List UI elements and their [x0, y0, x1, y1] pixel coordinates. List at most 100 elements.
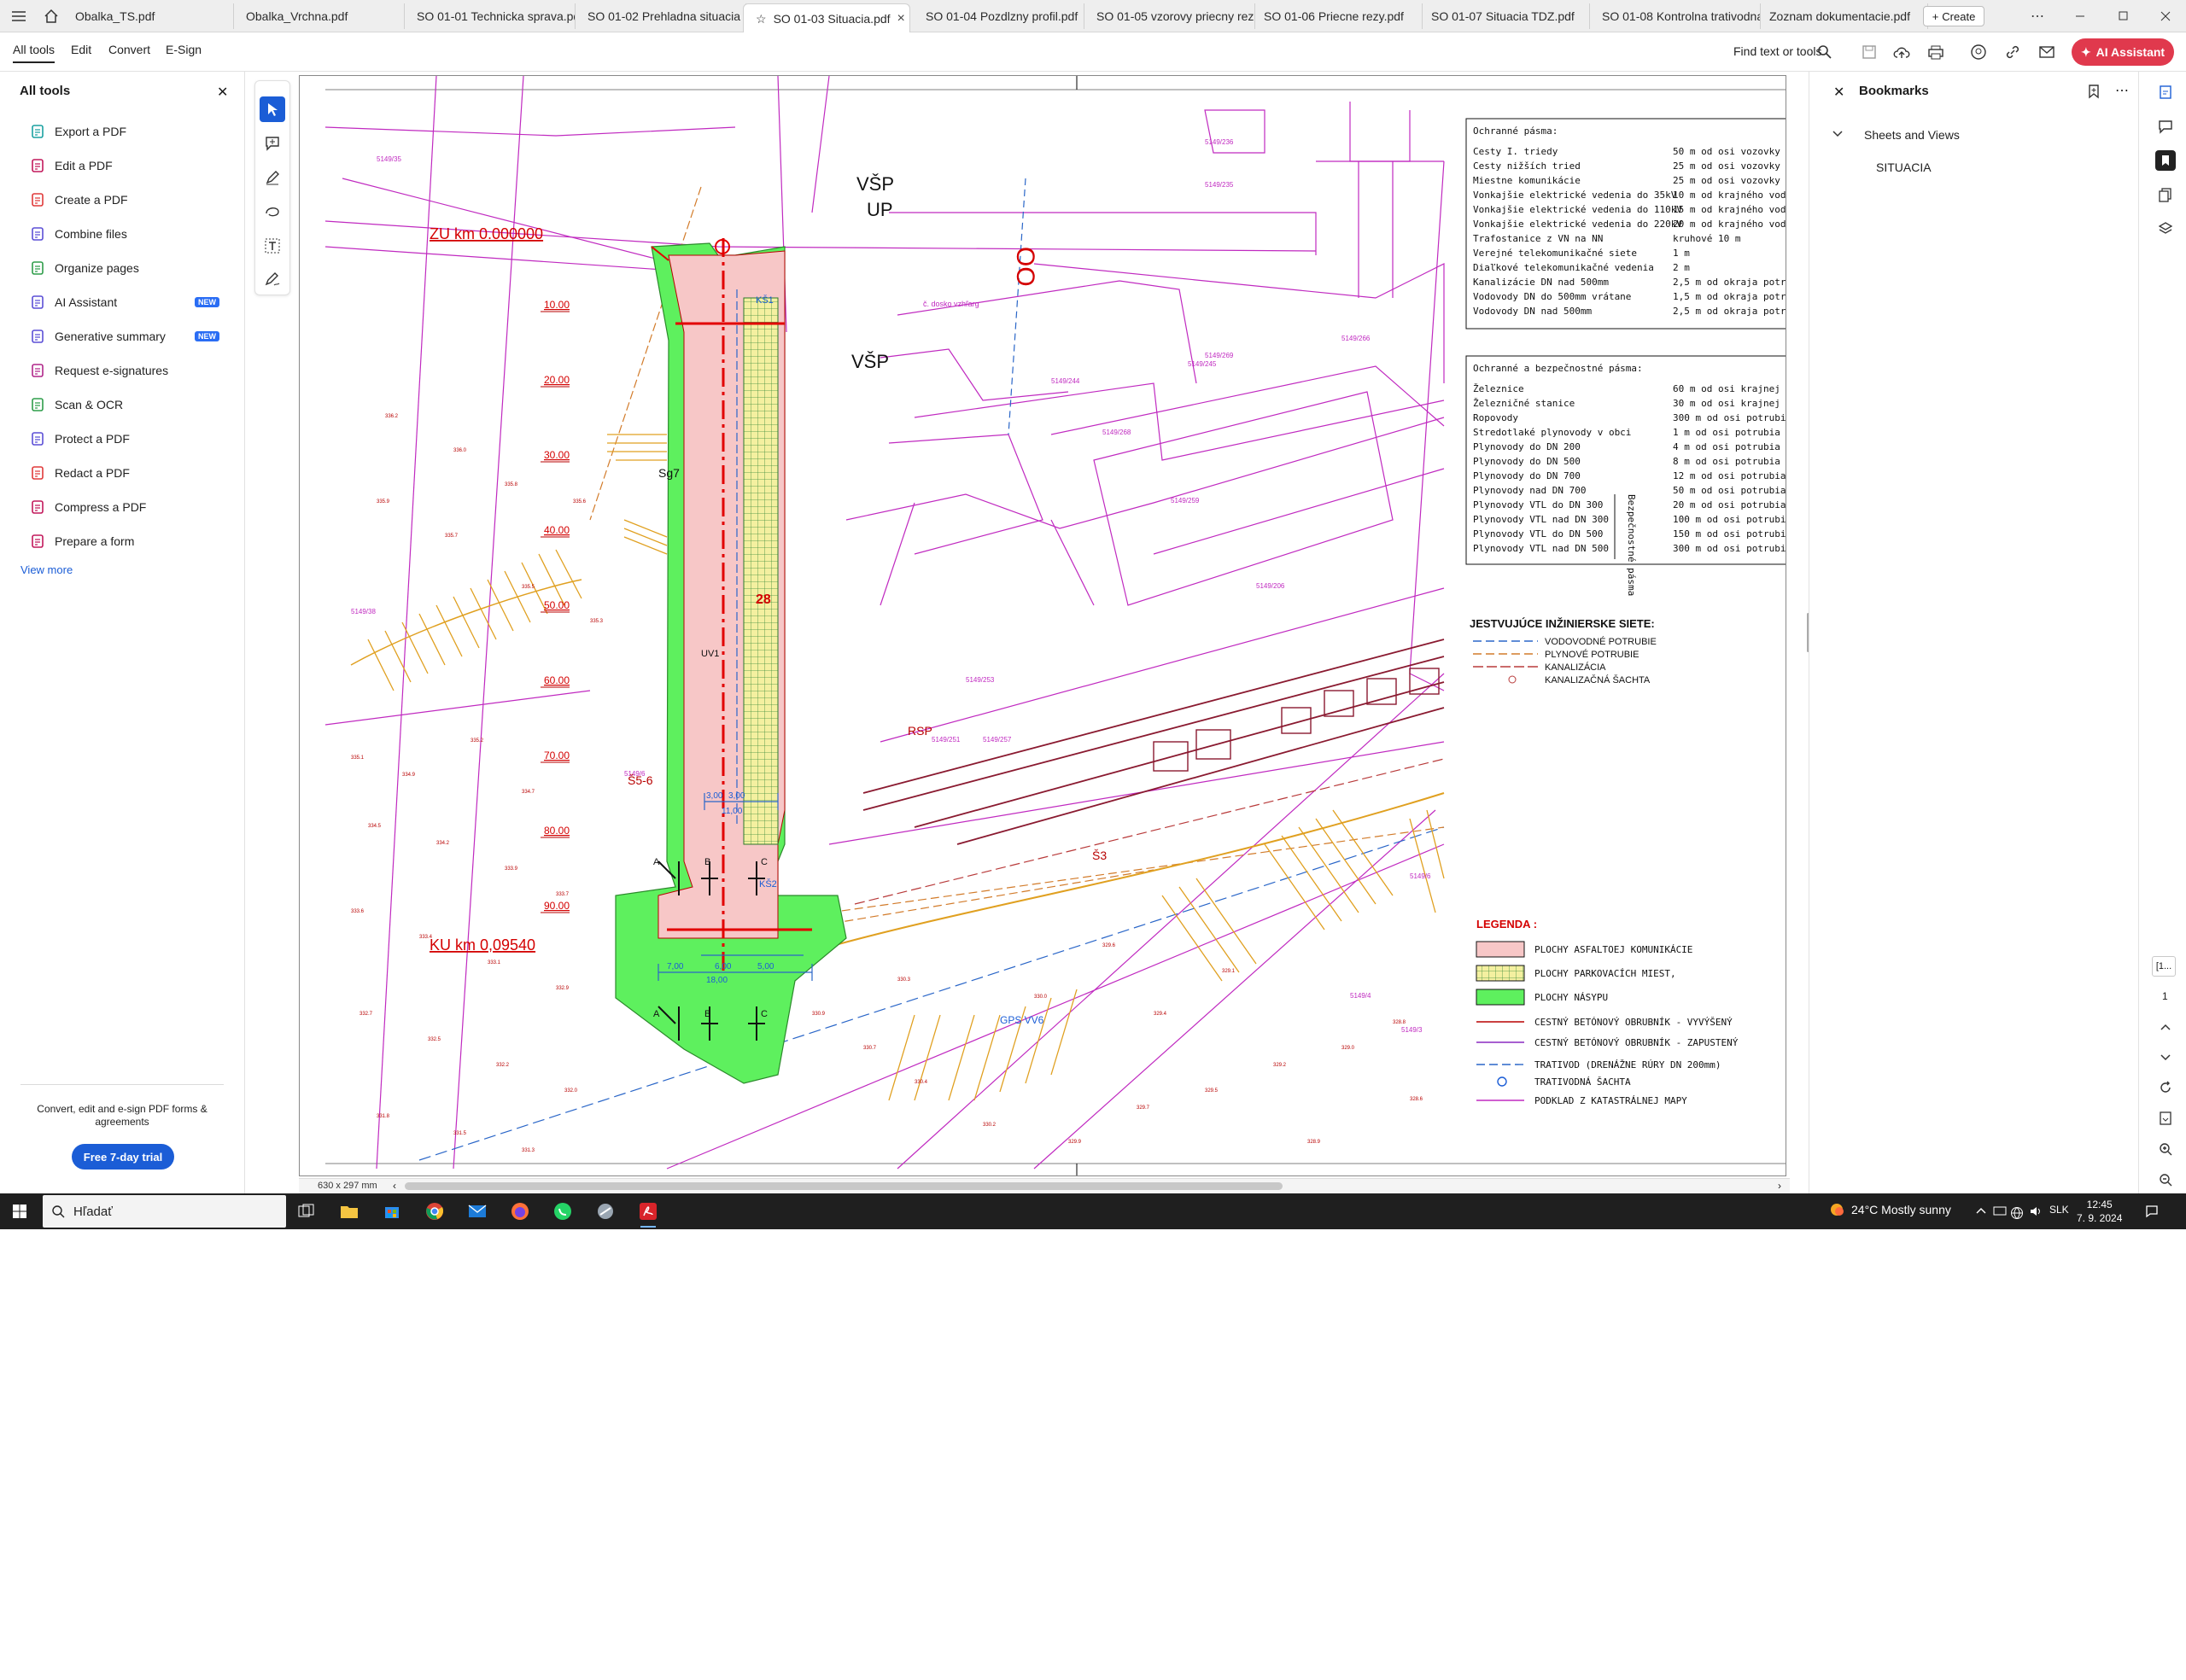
page-down-icon[interactable]	[2155, 1047, 2176, 1067]
tool-item-generative-summary[interactable]: Generative summary	[29, 324, 166, 349]
add-bookmark-icon[interactable]	[2086, 84, 2101, 99]
tab-3[interactable]: SO 01-01 Technicka sprava.pdf	[405, 3, 576, 29]
close-bookmarks-icon[interactable]: ✕	[1833, 84, 1844, 101]
close-window-icon[interactable]	[2155, 0, 2176, 32]
tab-11[interactable]: Zoznam dokumentacie.pdf	[1757, 3, 1928, 29]
tab-10[interactable]: SO 01-08 Kontrolna trativodna...	[1590, 3, 1761, 29]
scroll-left-icon[interactable]: ‹	[393, 1180, 396, 1192]
freehand-draw-icon[interactable]	[260, 199, 285, 225]
tool-item-edit-a-pdf[interactable]: Edit a PDF	[29, 153, 113, 178]
save-icon[interactable]	[1858, 41, 1880, 63]
view-more-link[interactable]: View more	[20, 563, 73, 576]
tab-6[interactable]: SO 01-04 Pozdlzny profil.pdf	[914, 3, 1084, 29]
upload-cloud-icon[interactable]	[1891, 41, 1913, 63]
minimize-icon[interactable]	[2070, 0, 2090, 32]
whatsapp-icon[interactable]	[550, 1199, 576, 1224]
volume-icon[interactable]	[2027, 1199, 2044, 1224]
menu-edit[interactable]: Edit	[71, 43, 91, 56]
file-explorer-icon[interactable]	[336, 1199, 362, 1224]
svg-text:335.5: 335.5	[522, 585, 535, 590]
menu-convert[interactable]: Convert	[108, 43, 150, 56]
scroll-right-icon[interactable]: ›	[1778, 1180, 1781, 1192]
task-view-icon[interactable]	[294, 1199, 319, 1224]
horizontal-scrollbar[interactable]: 630 x 297 mm ‹ ›	[299, 1178, 1790, 1193]
ai-assistant-button[interactable]: ✦ AI Assistant	[2072, 38, 2174, 66]
page-thumbnails-icon[interactable]	[2155, 184, 2176, 205]
chevron-up-icon[interactable]	[1973, 1199, 1990, 1224]
menu-esign[interactable]: E-Sign	[166, 43, 202, 56]
bookmark-icon[interactable]	[2155, 150, 2176, 171]
tool-item-combine-files[interactable]: Combine files	[29, 221, 127, 247]
draw-pen-icon[interactable]	[260, 165, 285, 190]
tab-label: SO 01-06 Priecne rezy.pdf	[1264, 9, 1404, 23]
page-number-input[interactable]: [1...	[2152, 956, 2176, 977]
tool-item-export-a-pdf[interactable]: Export a PDF	[29, 119, 126, 144]
globe-icon[interactable]	[2008, 1200, 2025, 1226]
windows-start-icon[interactable]	[7, 1199, 32, 1224]
link-icon[interactable]	[2002, 41, 2024, 63]
search-icon[interactable]	[1814, 41, 1836, 63]
notification-icon[interactable]	[2142, 1199, 2162, 1224]
mail-app-icon[interactable]	[465, 1199, 490, 1224]
star-icon[interactable]: ☆	[756, 6, 767, 32]
free-trial-button[interactable]: Free 7-day trial	[72, 1144, 174, 1170]
more-options-icon[interactable]: ⋯	[2115, 82, 2129, 99]
tab-9[interactable]: SO 01-07 Situacia TDZ.pdf	[1419, 3, 1590, 29]
acrobat-icon[interactable]	[635, 1199, 661, 1228]
hamburger-menu-icon[interactable]	[7, 0, 31, 32]
tool-item-ai-assistant[interactable]: AI Assistant	[29, 289, 117, 315]
find-text-tools[interactable]: Find text or tools	[1733, 44, 1822, 58]
tool-item-compress-a-pdf[interactable]: Compress a PDF	[29, 494, 146, 520]
chevron-down-icon[interactable]	[1832, 128, 1844, 140]
close-panel-icon[interactable]: ✕	[217, 84, 228, 101]
tool-item-protect-a-pdf[interactable]: Protect a PDF	[29, 426, 130, 452]
system-clock[interactable]: 12:45 7. 9. 2024	[2077, 1198, 2122, 1225]
sign-icon[interactable]	[260, 267, 285, 293]
bookmark-situacia[interactable]: SITUACIA	[1876, 160, 1932, 174]
language-indicator[interactable]: SLK	[2049, 1204, 2069, 1216]
tool-item-request-e-signatures[interactable]: Request e-signatures	[29, 358, 168, 383]
mail-icon[interactable]	[2036, 41, 2058, 63]
tab-7[interactable]: SO 01-05 vzorovy priecny rez...	[1084, 3, 1255, 29]
document-viewer[interactable]: 335.1 334.9 335.2 334.7 334.5 334.2 333.9 333.…	[299, 72, 1790, 1193]
restore-icon[interactable]	[2113, 0, 2133, 32]
tab-1[interactable]: Obalka_TS.pdf	[63, 3, 234, 29]
select-cursor-icon[interactable]	[260, 96, 285, 122]
tool-item-scan-ocr[interactable]: Scan & OCR	[29, 392, 123, 417]
chrome-icon[interactable]	[422, 1199, 447, 1224]
bookmark-sheets-views[interactable]: Sheets and Views	[1864, 128, 1960, 142]
share-comment-icon[interactable]	[1967, 41, 1990, 63]
app-icon[interactable]	[593, 1199, 618, 1224]
tab-4[interactable]: SO 01-02 Prehladna situacia p...	[576, 3, 746, 29]
tool-item-redact-a-pdf[interactable]: Redact a PDF	[29, 460, 130, 486]
scroll-thumb[interactable]	[405, 1182, 1283, 1190]
tab-5[interactable]: ☆ SO 01-03 Situacia.pdf ×	[743, 3, 910, 32]
weather-widget[interactable]: 24°C Mostly sunny	[1829, 1202, 1951, 1217]
tab-2[interactable]: Obalka_Vrchna.pdf	[234, 3, 405, 29]
tool-item-organize-pages[interactable]: Organize pages	[29, 255, 139, 281]
save-to-file-icon[interactable]	[2155, 1108, 2176, 1129]
create-button[interactable]: + Create	[1923, 6, 1984, 26]
home-icon[interactable]	[39, 0, 63, 32]
zoom-out-icon[interactable]	[2155, 1170, 2176, 1190]
tool-item-create-a-pdf[interactable]: Create a PDF	[29, 187, 128, 213]
more-icon[interactable]: ⋯	[2027, 0, 2048, 32]
text-box-icon[interactable]	[260, 233, 285, 259]
tab-8[interactable]: SO 01-06 Priecne rezy.pdf	[1252, 3, 1423, 29]
comments-icon[interactable]	[2155, 116, 2176, 137]
rotate-icon[interactable]	[2155, 1077, 2176, 1098]
taskbar-search[interactable]: Hľadať	[43, 1195, 286, 1228]
menu-all-tools[interactable]: All tools	[13, 43, 56, 63]
layers-icon[interactable]	[2155, 219, 2176, 239]
print-icon[interactable]	[1925, 41, 1947, 63]
zoom-in-icon[interactable]	[2155, 1139, 2176, 1159]
page-up-icon[interactable]	[2155, 1018, 2176, 1038]
close-tab-icon[interactable]: ×	[897, 6, 905, 32]
tool-item-prepare-a-form[interactable]: Prepare a form	[29, 528, 134, 554]
edit-pdf-icon[interactable]	[2155, 82, 2176, 102]
microsoft-store-icon[interactable]	[379, 1199, 405, 1224]
network-icon[interactable]	[1991, 1199, 2008, 1224]
firefox-icon[interactable]	[507, 1199, 533, 1224]
add-comment-icon[interactable]	[260, 131, 285, 156]
svg-text:329.1: 329.1	[1222, 969, 1236, 974]
